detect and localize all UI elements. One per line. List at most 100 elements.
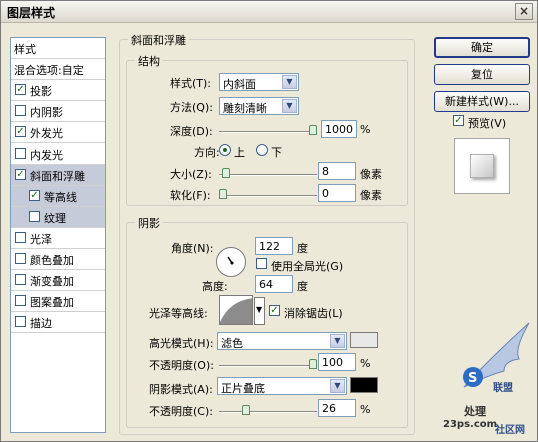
title-bar: 图层样式 × xyxy=(1,1,537,23)
antialias-checkbox[interactable]: ✓ xyxy=(269,305,280,316)
style-list-item[interactable]: ✓ 斜面和浮雕 xyxy=(11,164,105,186)
style-checkbox[interactable] xyxy=(15,231,26,243)
highlight-color-swatch[interactable] xyxy=(350,332,378,348)
style-checkbox[interactable] xyxy=(15,316,26,328)
angle-dial[interactable] xyxy=(216,247,246,277)
preview-label: 预览(V) xyxy=(468,117,507,130)
style-list-item[interactable]: ✓ 投影 xyxy=(11,80,105,102)
style-list-item[interactable]: 颜色叠加 xyxy=(11,249,105,270)
technique-select-value: 雕刻清晰 xyxy=(223,102,267,115)
shadow-opacity-input[interactable]: 26 xyxy=(318,399,356,417)
size-value: 8 xyxy=(322,165,329,178)
depth-label: 深度(D): xyxy=(170,125,213,138)
soften-slider[interactable] xyxy=(219,189,317,199)
new-style-button[interactable]: 新建样式(W)... xyxy=(434,91,530,112)
antialias-label: 消除锯齿(L) xyxy=(284,307,343,320)
global-light-label: 使用全局光(G) xyxy=(271,260,344,273)
dialog-title: 图层样式 xyxy=(7,6,56,20)
bevel-emboss-title: 斜面和浮雕 xyxy=(128,32,189,48)
reset-button[interactable]: 复位 xyxy=(434,64,530,85)
angle-input[interactable]: 122 xyxy=(255,237,293,255)
svg-text:S: S xyxy=(468,371,477,386)
style-list-label: 投影 xyxy=(30,85,52,99)
chevron-down-icon: ▼ xyxy=(256,305,263,314)
style-checkbox[interactable]: ✓ xyxy=(15,126,26,138)
depth-slider-thumb[interactable] xyxy=(309,125,317,135)
size-input[interactable]: 8 xyxy=(318,162,356,180)
direction-down-radio[interactable] xyxy=(256,144,268,156)
gloss-contour-picker[interactable] xyxy=(219,295,253,325)
altitude-unit: 度 xyxy=(297,280,308,293)
style-preview xyxy=(454,138,510,194)
style-checkbox[interactable] xyxy=(15,274,26,286)
angle-label: 角度(N): xyxy=(171,242,214,255)
style-list-label: 样式 xyxy=(14,43,36,56)
direction-down-label: 下 xyxy=(271,146,282,159)
size-slider[interactable] xyxy=(219,168,317,178)
highlight-opacity-slider[interactable] xyxy=(219,359,317,369)
shadow-opacity-slider[interactable] xyxy=(219,405,317,415)
style-checkbox[interactable] xyxy=(15,147,26,159)
soften-label: 软化(F): xyxy=(170,189,211,202)
style-checkbox[interactable]: ✓ xyxy=(29,189,40,201)
highlight-opacity-input[interactable]: 100 xyxy=(318,353,356,371)
shadow-color-swatch[interactable] xyxy=(350,377,378,393)
size-unit: 像素 xyxy=(360,168,382,181)
style-checkbox[interactable]: ✓ xyxy=(15,168,26,180)
highlight-opacity-unit: % xyxy=(360,357,371,370)
shadow-mode-value: 正片叠底 xyxy=(221,382,265,395)
close-button[interactable]: × xyxy=(515,3,533,20)
style-list-item[interactable]: 渐变叠加 xyxy=(11,270,105,292)
shadow-opacity-slider-thumb[interactable] xyxy=(242,405,251,415)
angle-value: 122 xyxy=(259,240,280,253)
style-checkbox[interactable] xyxy=(15,295,26,307)
style-list-label: 纹理 xyxy=(44,211,66,225)
style-list-header[interactable]: 样式 xyxy=(11,38,105,59)
highlight-opacity-slider-thumb[interactable] xyxy=(309,359,317,369)
layer-style-dialog: 图层样式 × 样式混合选项:自定 ✓ 投影内阴影 ✓ 外发光内发光 ✓ 斜面和浮雕 ✓ 等高线纹… xyxy=(0,0,538,442)
preview-checkbox[interactable]: ✓ xyxy=(453,115,464,126)
style-select[interactable]: 内斜面 ▼ xyxy=(219,73,299,91)
soften-slider-thumb[interactable] xyxy=(219,189,227,199)
style-list-label: 混合选项:自定 xyxy=(14,64,84,78)
style-list-label: 颜色叠加 xyxy=(30,254,74,267)
altitude-input[interactable]: 64 xyxy=(255,275,293,293)
style-checkbox[interactable] xyxy=(15,253,26,264)
style-list-label: 外发光 xyxy=(30,127,63,141)
depth-input[interactable]: 1000 xyxy=(321,120,357,138)
style-list: 样式混合选项:自定 ✓ 投影内阴影 ✓ 外发光内发光 ✓ 斜面和浮雕 ✓ 等高线纹理光泽颜色叠加… xyxy=(10,37,106,433)
soften-value: 0 xyxy=(322,187,329,200)
style-checkbox[interactable] xyxy=(29,210,40,222)
watermark-text-2: 23ps.com xyxy=(443,419,498,430)
style-list-item[interactable]: ✓ 等高线 xyxy=(11,185,105,207)
style-list-item[interactable]: 内阴影 xyxy=(11,101,105,123)
style-list-item[interactable]: 纹理 xyxy=(11,206,105,228)
highlight-opacity-label: 不透明度(O): xyxy=(149,359,214,372)
soften-unit: 像素 xyxy=(360,189,382,202)
highlight-mode-select[interactable]: 滤色 ▼ xyxy=(217,332,347,350)
highlight-opacity-value: 100 xyxy=(322,356,343,369)
direction-up-radio[interactable] xyxy=(219,144,231,156)
style-list-item[interactable]: 内发光 xyxy=(11,144,105,165)
style-list-item[interactable]: ✓ 外发光 xyxy=(11,122,105,144)
shadow-mode-label: 阴影模式(A): xyxy=(149,383,213,396)
watermark-text-4: 社区网 xyxy=(495,425,525,436)
depth-slider[interactable] xyxy=(219,125,317,135)
style-list-item[interactable]: 描边 xyxy=(11,312,105,334)
soften-input[interactable]: 0 xyxy=(318,184,356,202)
ok-button[interactable]: 确定 xyxy=(434,37,530,58)
technique-select[interactable]: 雕刻清晰 ▼ xyxy=(219,97,299,115)
style-checkbox[interactable]: ✓ xyxy=(15,84,26,96)
gloss-contour-dropdown[interactable]: ▼ xyxy=(254,297,265,325)
style-list-label: 斜面和浮雕 xyxy=(30,169,85,183)
style-list-header[interactable]: 混合选项:自定 xyxy=(11,59,105,81)
shadow-mode-select[interactable]: 正片叠底 ▼ xyxy=(217,377,347,395)
style-list-label: 内阴影 xyxy=(30,106,63,120)
global-light-checkbox[interactable] xyxy=(256,258,267,269)
style-list-item[interactable]: 图案叠加 xyxy=(11,291,105,313)
style-list-item[interactable]: 光泽 xyxy=(11,228,105,249)
technique-label: 方法(Q): xyxy=(170,101,213,114)
style-checkbox[interactable] xyxy=(15,105,26,117)
size-slider-thumb[interactable] xyxy=(221,168,230,178)
style-list-label: 描边 xyxy=(30,317,52,331)
